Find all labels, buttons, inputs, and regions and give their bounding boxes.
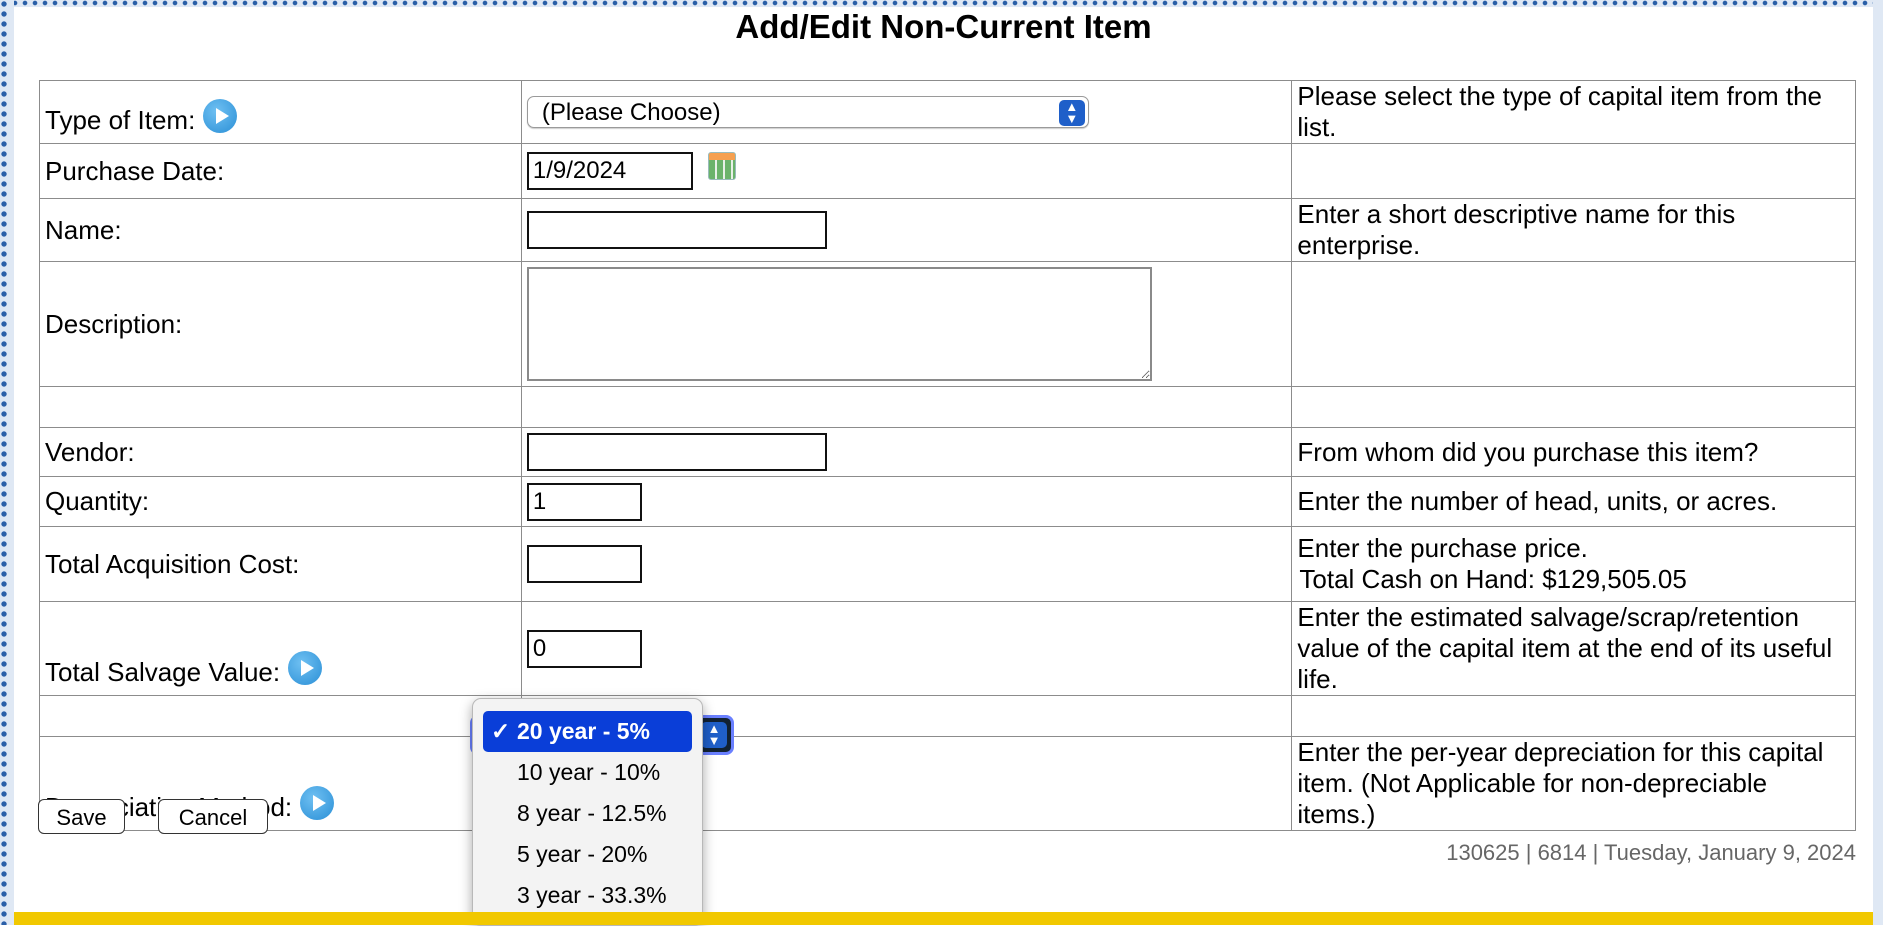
purchase-date-help bbox=[1291, 143, 1856, 199]
depreciation-dropdown-menu: ✓ 20 year - 5% 10 year - 10% 8 year - 12.… bbox=[472, 698, 703, 926]
vendor-help: From whom did you purchase this item? bbox=[1291, 427, 1856, 477]
row-name: Name: Enter a short descriptive name for… bbox=[39, 198, 1856, 262]
help-icon[interactable] bbox=[300, 786, 335, 820]
name-input-cell bbox=[520, 198, 1293, 262]
page-border-top bbox=[0, 0, 1883, 7]
purchase-date-input-cell bbox=[520, 143, 1293, 199]
row-vendor: Vendor: From whom did you purchase this … bbox=[39, 427, 1856, 477]
dropdown-option-10-year[interactable]: 10 year - 10% bbox=[473, 752, 702, 793]
check-icon: ✓ bbox=[491, 718, 511, 744]
select-arrow-icon: ▲ ▼ bbox=[701, 722, 727, 748]
bottom-bar bbox=[14, 912, 1873, 925]
row-quantity: Quantity: Enter the number of head, unit… bbox=[39, 476, 1856, 527]
type-of-item-help: Please select the type of capital item f… bbox=[1291, 80, 1856, 144]
salvage-value-input-cell bbox=[520, 601, 1293, 696]
item-form-table: Type of Item: (Please Choose) ▲ ▼ Please … bbox=[39, 80, 1856, 831]
salvage-value-help: Enter the estimated salvage/scrap/retent… bbox=[1291, 601, 1856, 696]
name-help: Enter a short descriptive name for this … bbox=[1291, 198, 1856, 262]
page-border-left bbox=[0, 0, 14, 925]
calendar-icon[interactable] bbox=[708, 152, 737, 180]
cancel-button[interactable]: Cancel bbox=[158, 799, 268, 834]
salvage-value-cell: Total Salvage Value: bbox=[39, 601, 522, 696]
depreciation-help: Enter the per-year depreciation for this… bbox=[1291, 736, 1856, 831]
spacer-cell bbox=[520, 386, 1293, 428]
type-of-item-label: Type of Item: bbox=[45, 104, 196, 135]
dropdown-option-3-year[interactable]: 3 year - 33.3% bbox=[473, 875, 702, 916]
type-of-item-input-cell: (Please Choose) ▲ ▼ bbox=[520, 80, 1293, 144]
type-of-item-value: (Please Choose) bbox=[541, 99, 721, 126]
description-textarea[interactable] bbox=[526, 267, 1152, 381]
salvage-value-input[interactable] bbox=[526, 629, 642, 668]
select-arrow-icon: ▲ ▼ bbox=[1058, 100, 1085, 126]
type-of-item-cell: Type of Item: bbox=[39, 80, 522, 144]
acquisition-cost-input-cell bbox=[520, 526, 1293, 602]
acquisition-cost-input[interactable] bbox=[526, 545, 642, 583]
spacer-cell bbox=[1291, 386, 1856, 428]
description-help bbox=[1291, 261, 1856, 387]
name-input[interactable] bbox=[526, 211, 827, 249]
acquisition-cost-label: Total Acquisition Cost: bbox=[39, 526, 522, 602]
type-of-item-select[interactable]: (Please Choose) ▲ ▼ bbox=[526, 96, 1089, 128]
quantity-input[interactable] bbox=[526, 482, 642, 521]
purchase-date-input[interactable] bbox=[526, 152, 693, 190]
cash-on-hand: Total Cash on Hand: $129,505.05 bbox=[1299, 564, 1687, 594]
vendor-label: Vendor: bbox=[39, 427, 522, 477]
row-purchase-date: Purchase Date: bbox=[39, 143, 1856, 199]
row-acquisition-cost: Total Acquisition Cost: Enter the purcha… bbox=[39, 526, 1856, 602]
dropdown-option-20-year[interactable]: ✓ 20 year - 5% bbox=[483, 711, 692, 752]
spacer-cell bbox=[1291, 695, 1856, 737]
salvage-value-label: Total Salvage Value: bbox=[45, 656, 281, 687]
quantity-help: Enter the number of head, units, or acre… bbox=[1291, 476, 1856, 527]
row-type-of-item: Type of Item: (Please Choose) ▲ ▼ Please … bbox=[39, 80, 1856, 144]
row-depreciation: Depreciation Method: Enter the per-year … bbox=[39, 736, 1856, 831]
spacer-cell bbox=[39, 695, 522, 737]
spacer-row bbox=[39, 695, 1856, 737]
vendor-input[interactable] bbox=[526, 433, 827, 471]
dropdown-option-5-year[interactable]: 5 year - 20% bbox=[473, 834, 702, 875]
row-description: Description: bbox=[39, 261, 1856, 387]
footer-info: 130625 | 6814 | Tuesday, January 9, 2024 bbox=[1446, 840, 1856, 865]
purchase-date-label: Purchase Date: bbox=[39, 143, 522, 199]
quantity-label: Quantity: bbox=[39, 476, 522, 527]
help-icon[interactable] bbox=[288, 651, 323, 685]
page-border-right bbox=[1873, 0, 1883, 925]
acquisition-cost-help-cell: Enter the purchase price. Total Cash on … bbox=[1291, 526, 1856, 602]
save-button[interactable]: Save bbox=[38, 799, 125, 834]
row-salvage-value: Total Salvage Value: Enter the estimated… bbox=[39, 601, 1856, 696]
spacer-cell bbox=[39, 386, 522, 428]
help-icon[interactable] bbox=[203, 99, 238, 133]
description-input-cell bbox=[520, 261, 1293, 387]
page-title: Add/Edit Non-Current Item bbox=[735, 8, 1152, 45]
dropdown-option-8-year[interactable]: 8 year - 12.5% bbox=[473, 793, 702, 834]
acquisition-cost-help: Enter the purchase price. bbox=[1297, 533, 1588, 563]
description-label: Description: bbox=[39, 261, 522, 387]
spacer-row bbox=[39, 386, 1856, 428]
vendor-input-cell bbox=[520, 427, 1293, 477]
quantity-input-cell bbox=[520, 476, 1293, 527]
option-label: 20 year - 5% bbox=[517, 718, 650, 744]
name-label: Name: bbox=[39, 198, 522, 262]
